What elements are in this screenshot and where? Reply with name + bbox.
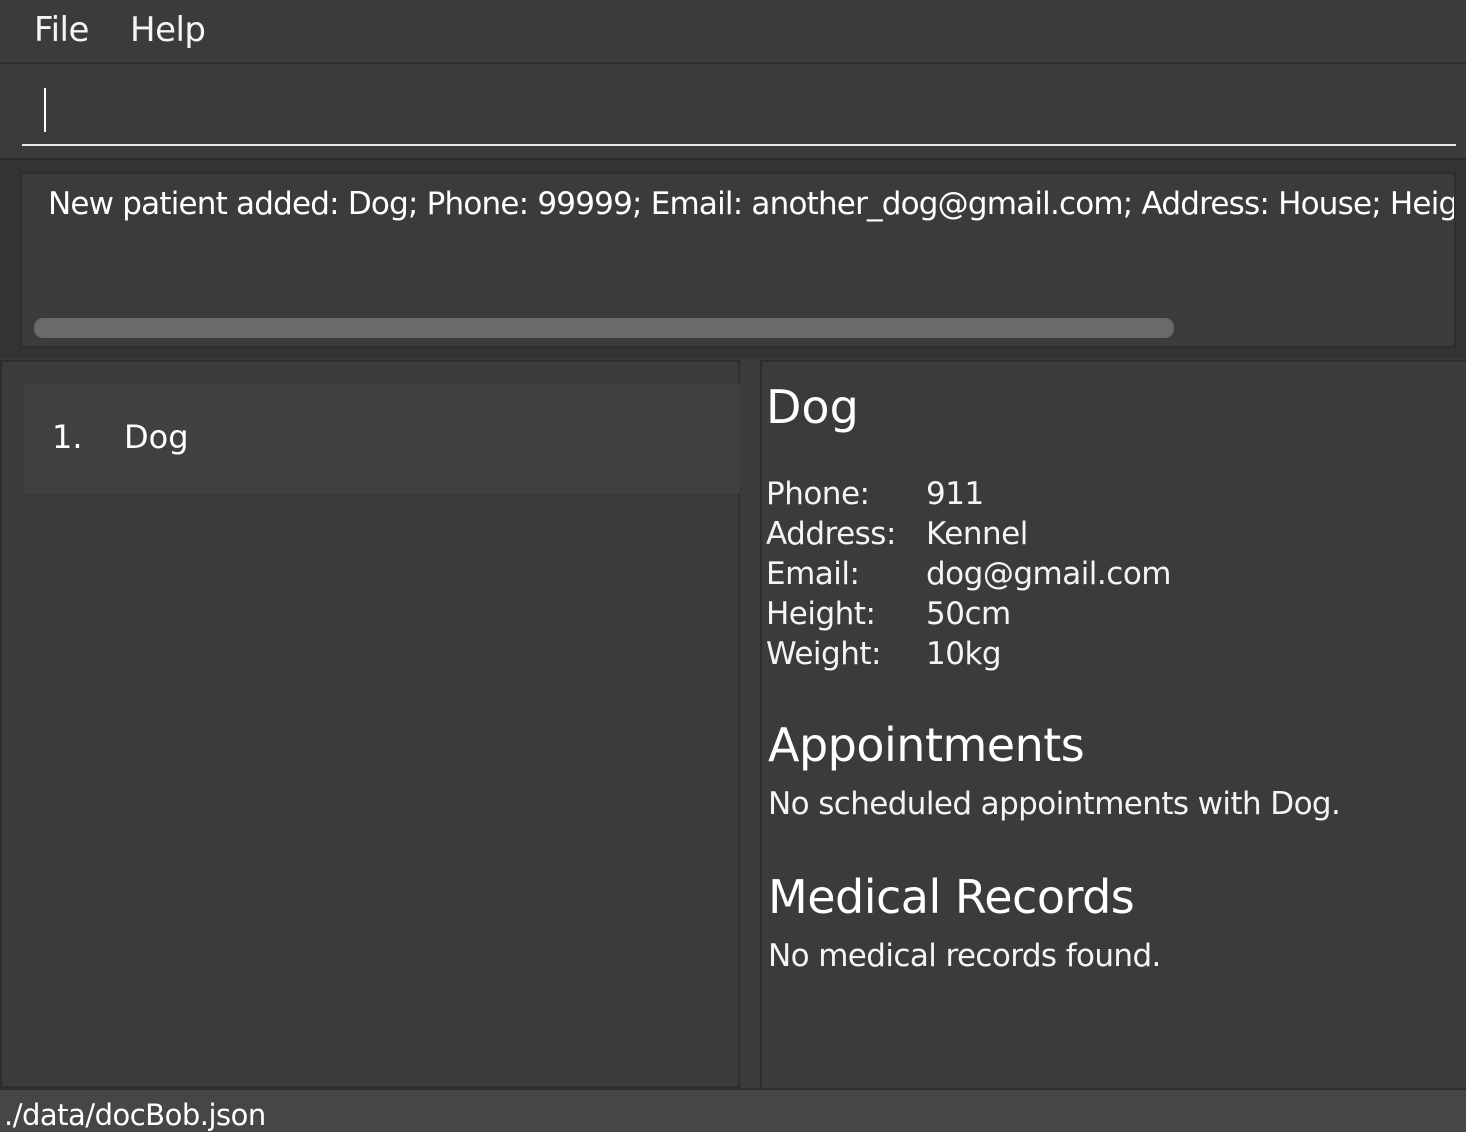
patient-name: Dog xyxy=(766,380,859,434)
text-caret xyxy=(44,88,46,132)
address-label: Address: xyxy=(766,516,896,552)
email-value: dog@gmail.com xyxy=(926,556,1171,592)
list-item-name: Dog xyxy=(124,418,189,456)
command-area xyxy=(0,64,1466,158)
menu-help[interactable]: Help xyxy=(130,10,206,50)
list-item[interactable]: 1. Dog xyxy=(24,384,740,494)
result-display-area: New patient added: Dog; Phone: 99999; Em… xyxy=(0,158,1466,358)
command-input[interactable] xyxy=(22,80,1456,146)
email-label: Email: xyxy=(766,556,860,592)
phone-label: Phone: xyxy=(766,476,870,512)
status-bar: ./data/docBob.json xyxy=(0,1088,1466,1132)
medical-records-text: No medical records found. xyxy=(768,938,1161,974)
height-label: Height: xyxy=(766,596,876,632)
address-value: Kennel xyxy=(926,516,1028,552)
menu-bar: File Help xyxy=(0,0,1466,64)
phone-value: 911 xyxy=(926,476,984,512)
list-item-index: 1. xyxy=(52,418,83,456)
result-display: New patient added: Dog; Phone: 99999; Em… xyxy=(20,172,1456,348)
result-message: New patient added: Dog; Phone: 99999; Em… xyxy=(48,186,1456,222)
horizontal-scrollbar-thumb[interactable] xyxy=(34,318,1174,338)
appointments-text: No scheduled appointments with Dog. xyxy=(768,786,1341,822)
status-file-path: ./data/docBob.json xyxy=(4,1098,266,1132)
medical-records-title: Medical Records xyxy=(768,870,1135,924)
menu-file[interactable]: File xyxy=(34,10,89,50)
patient-list-panel: 1. Dog xyxy=(0,360,740,1088)
patient-detail-panel: Dog Phone: 911 Address: Kennel Email: do… xyxy=(760,360,1466,1088)
weight-value: 10kg xyxy=(926,636,1002,672)
height-value: 50cm xyxy=(926,596,1011,632)
appointments-title: Appointments xyxy=(768,718,1085,772)
weight-label: Weight: xyxy=(766,636,881,672)
